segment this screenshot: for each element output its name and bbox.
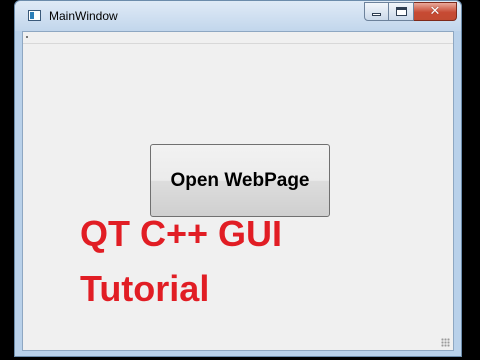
minimize-button[interactable]	[364, 2, 389, 21]
window-title: MainWindow	[49, 9, 118, 23]
open-webpage-button[interactable]: Open WebPage	[150, 144, 330, 217]
caption-buttons: ✕	[364, 2, 457, 22]
close-button[interactable]: ✕	[414, 2, 457, 21]
title-bar[interactable]: MainWindow ✕	[15, 1, 461, 31]
minimize-icon	[372, 13, 381, 16]
menu-bar[interactable]	[23, 32, 453, 44]
maximize-button[interactable]	[389, 2, 414, 21]
app-window-icon	[28, 10, 41, 21]
close-icon: ✕	[429, 4, 441, 19]
tutorial-title-line-2: Tutorial	[80, 268, 210, 309]
size-grip-icon[interactable]	[441, 338, 450, 347]
menu-bar-grip	[26, 36, 28, 38]
maximize-icon	[395, 7, 407, 16]
tutorial-title-line-1: QT C++ GUI	[80, 213, 283, 254]
